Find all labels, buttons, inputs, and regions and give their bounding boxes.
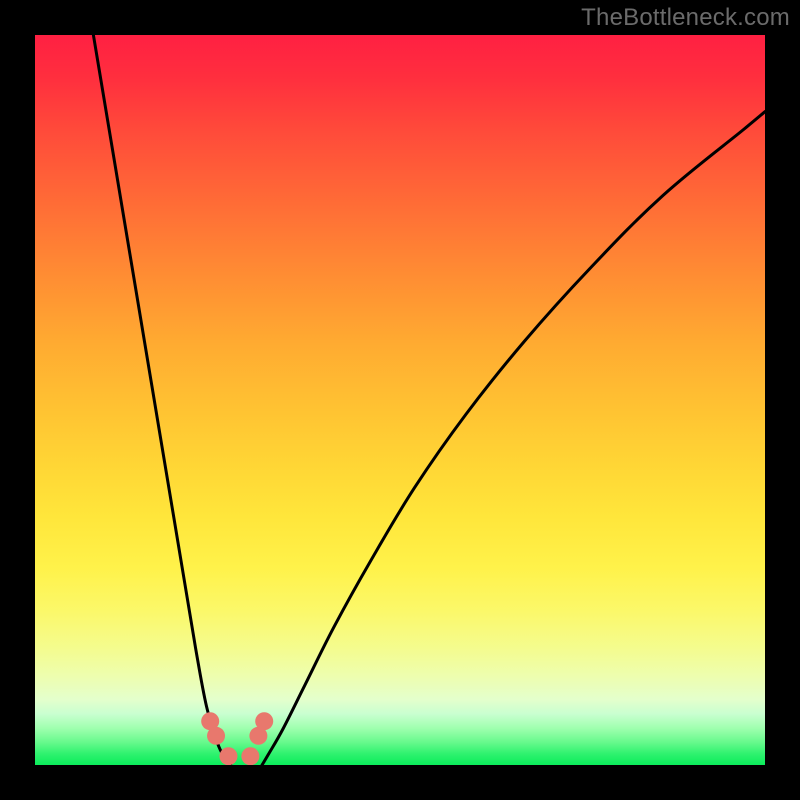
left-dot-lower: [207, 727, 225, 745]
curves-group: [93, 35, 765, 765]
plot-svg: [35, 35, 765, 765]
valley-cap-right: [241, 747, 259, 765]
plot-area: [35, 35, 765, 765]
series-left-curve: [93, 35, 230, 765]
markers-group: [201, 712, 273, 765]
right-dot-lower: [249, 727, 267, 745]
valley-cap-left: [219, 747, 237, 765]
watermark-text: TheBottleneck.com: [581, 4, 790, 32]
series-right-curve: [262, 112, 765, 765]
chart-frame: TheBottleneck.com: [0, 0, 800, 800]
